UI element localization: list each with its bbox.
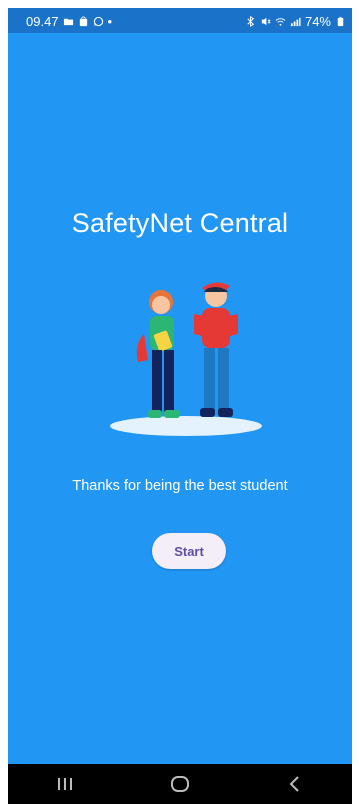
status-bar: 09.47 • 74% [8,8,352,33]
battery-icon [337,16,344,27]
students-illustration [110,282,262,436]
app-screen: 09.47 • 74% SafetyNet Central Thanks for… [8,8,352,804]
wifi-icon [275,18,286,26]
mute-icon [261,17,271,26]
boy-figure [194,282,238,417]
shop-icon [79,16,87,27]
home-icon [170,776,189,792]
back-button[interactable] [275,769,315,799]
status-dot: • [107,14,113,29]
signal-icon [290,17,301,27]
start-button[interactable]: Start [152,533,226,569]
girl-figure [136,290,180,418]
battery-text: 74% [304,14,331,29]
folder-icon [63,18,73,26]
recent-apps-icon [58,778,73,790]
status-right: 74% [245,14,346,29]
whatsapp-icon [93,16,103,27]
app-title: SafetyNet Central [71,208,289,238]
bluetooth-icon [247,16,255,27]
status-left: 09.47 • [26,14,112,29]
status-time: 09.47 [26,14,59,29]
back-icon [289,776,299,792]
subtitle: Thanks for being the best student [72,478,288,494]
recent-apps-button[interactable] [45,769,85,799]
navigation-bar [8,764,352,804]
home-button[interactable] [160,769,200,799]
